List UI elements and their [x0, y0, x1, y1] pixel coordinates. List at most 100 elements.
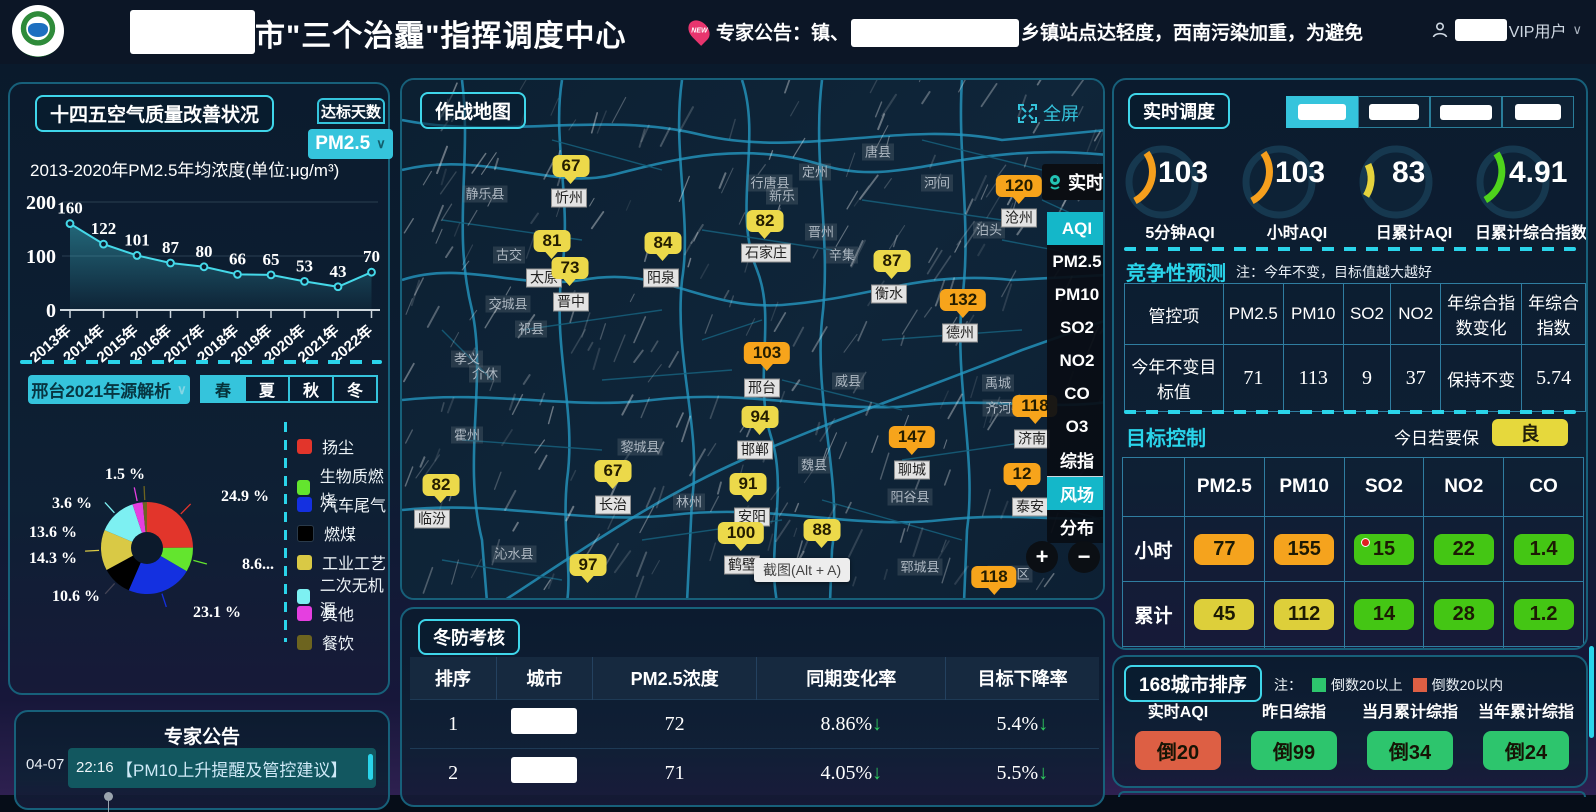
map-marker[interactable]: 97 [570, 554, 607, 576]
source-analysis-select[interactable]: 邢台2021年源解析∨ [28, 375, 190, 404]
ranking-pill: 倒99 [1251, 731, 1337, 770]
fullscreen-button[interactable]: 全屏 [1018, 100, 1079, 126]
vip-label: VIP用户 [1509, 18, 1567, 42]
map-menu-item-分布[interactable]: 分布 [1047, 510, 1103, 543]
dispatch-tab-3[interactable] [1430, 96, 1502, 128]
days-standard-button[interactable]: 达标天数 [317, 98, 385, 124]
map-marker[interactable]: 100 [718, 522, 764, 544]
gauge-label: 日累计综合指数 [1473, 224, 1588, 243]
map-menu-item-CO[interactable]: CO [1047, 377, 1103, 410]
map-menu-item-O3[interactable]: O3 [1047, 410, 1103, 443]
notice-panel: 专家公告 04-07 22:16 【PM10上升提醒及管控建议】 [14, 710, 390, 810]
cursor-dot [1361, 538, 1370, 547]
map-city-label: 忻州 [551, 189, 587, 208]
map-menu-item-NO2[interactable]: NO2 [1047, 344, 1103, 377]
season-tab-冬[interactable]: 冬 [332, 375, 378, 403]
gauge-5分钟AQI: 1035分钟AQI [1122, 142, 1238, 262]
map-viewport[interactable]: 静乐县古交交城县祁县孝义介休霍州黎城县林州沁水县魏县阳谷县郓城县齐河县兖州区定州… [402, 80, 1103, 598]
prediction-col-header: PM10 [1283, 284, 1343, 345]
map-place-label: 定州 [799, 164, 831, 181]
user-icon [1431, 21, 1449, 39]
map-menu-item-PM10[interactable]: PM10 [1047, 278, 1103, 311]
target-pill: 14 [1354, 599, 1414, 630]
prediction-col-header: 管控项 [1125, 284, 1224, 345]
gauge-日累计综合指数: 4.91日累计综合指数 [1473, 142, 1588, 262]
map-marker[interactable]: 94 [742, 406, 779, 428]
map-marker[interactable]: 67 [595, 460, 632, 482]
target-pill: 28 [1434, 599, 1494, 630]
target-pill: 1.4 [1514, 534, 1574, 565]
divider [20, 360, 382, 364]
season-tab-夏[interactable]: 夏 [244, 375, 290, 403]
map-marker[interactable]: 120 [996, 175, 1042, 197]
svg-text:122: 122 [91, 219, 117, 238]
map-marker[interactable]: 147 [889, 426, 935, 448]
dispatch-tab-1[interactable] [1286, 96, 1358, 128]
target-col-header: SO2 [1344, 458, 1424, 517]
map-place-label: 阳谷县 [887, 489, 932, 506]
map-menu-item-PM2.5[interactable]: PM2.5 [1047, 245, 1103, 278]
map-marker[interactable]: 84 [645, 232, 682, 254]
winter-cell: 8.86%↓ [757, 700, 946, 749]
marker-pointer [760, 363, 774, 371]
prediction-cell: 113 [1283, 345, 1343, 412]
legend-item[interactable]: 汽车尾气 [297, 492, 386, 516]
ranking-panel: 168城市排序 注：倒数20以上倒数20以内 实时AQI倒20昨日综指倒99当月… [1112, 655, 1588, 788]
scrollbar[interactable] [368, 754, 373, 780]
map-menu-item-综指[interactable]: 综指 [1047, 443, 1103, 477]
notice-text: 【PM10上升提醒及管控建议】 [116, 756, 347, 781]
table-row[interactable]: 1728.86%↓5.4%↓ [410, 700, 1099, 749]
legend-item[interactable]: 燃煤 [297, 521, 356, 545]
map-marker[interactable]: 82 [423, 474, 460, 496]
map-place-label: 祁县 [515, 321, 547, 338]
legend-item[interactable]: 其他 [297, 601, 354, 625]
pollutant-select[interactable]: PM2.5∨ [308, 129, 393, 159]
ranking-col-header: 当月累计综指 [1362, 703, 1458, 723]
map-marker[interactable]: 82 [747, 210, 784, 232]
map-place-label: 晋州 [805, 224, 837, 241]
target-cell: 1.4 [1504, 517, 1584, 582]
map-marker[interactable]: 91 [730, 473, 767, 495]
zoom-out-button[interactable]: − [1068, 541, 1100, 573]
map-marker[interactable]: 118 [971, 566, 1016, 588]
map-marker[interactable]: 81 [534, 230, 571, 252]
improvement-title: 十四五空气质量改善状况 [35, 95, 274, 132]
dispatch-tab-2[interactable] [1358, 96, 1430, 128]
prediction-cell: 71 [1223, 345, 1283, 412]
map-menu-item-AQI[interactable]: AQI [1047, 212, 1103, 245]
ranking-note-label: 注： [1274, 675, 1302, 695]
svg-text:0: 0 [46, 300, 56, 322]
svg-text:43: 43 [330, 262, 347, 281]
legend-item[interactable]: 餐饮 [297, 630, 354, 654]
zoom-in-button[interactable]: + [1026, 541, 1058, 573]
map-menu-item-SO2[interactable]: SO2 [1047, 311, 1103, 344]
legend-item[interactable]: 扬尘 [297, 434, 354, 458]
target-pill: 45 [1194, 599, 1254, 630]
table-row: 不控制 [1123, 647, 1584, 651]
target-cell: 45 [1184, 582, 1264, 647]
winter-col-header: 目标下降率 [946, 657, 1099, 700]
table-row: 今年不变目标值71113937保持不变5.74 [1125, 345, 1586, 412]
table-row[interactable]: 2714.05%↓5.5%↓ [410, 749, 1099, 798]
map-marker[interactable]: 88 [804, 519, 841, 541]
dispatch-tab-4[interactable] [1502, 96, 1574, 128]
user-menu[interactable]: VIP用户 ∨ [1431, 18, 1582, 42]
map-marker[interactable]: 103 [744, 342, 790, 364]
trend-line-chart: 20010001602013年1222014年1012015年872016年80… [14, 176, 390, 376]
map-menu-item-风场[interactable]: 风场 [1047, 477, 1103, 510]
map-realtime-button[interactable]: 实时 [1042, 164, 1103, 200]
map-marker[interactable]: 12 [1004, 463, 1041, 485]
marker-pointer [905, 447, 919, 455]
notice-item[interactable]: 22:16 【PM10上升提醒及管控建议】 [68, 748, 376, 788]
map-place-label: 静乐县 [462, 186, 507, 203]
map-marker[interactable]: 67 [553, 155, 590, 177]
scrollbar[interactable] [1589, 646, 1594, 738]
map-marker[interactable]: 73 [552, 257, 589, 279]
legend-item[interactable]: 工业工艺 [297, 550, 386, 574]
map-marker[interactable]: 132 [940, 289, 986, 311]
map-city-label: 衡水 [871, 285, 907, 304]
map-marker[interactable]: 87 [874, 250, 911, 272]
season-tab-春[interactable]: 春 [200, 375, 246, 403]
ranking-column: 昨日综指倒99 [1236, 703, 1352, 770]
season-tab-秋[interactable]: 秋 [288, 375, 334, 403]
